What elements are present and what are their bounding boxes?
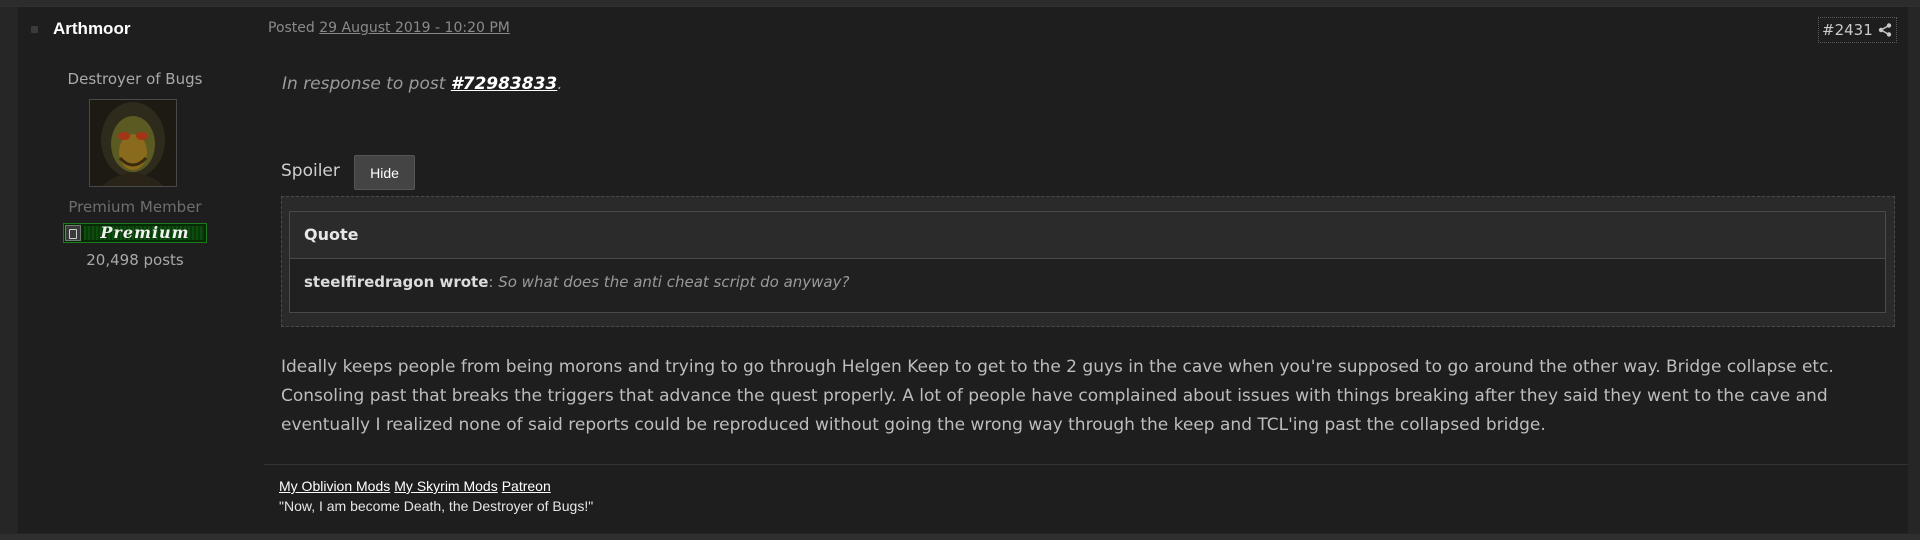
quote-block: Quote steelfiredragon wrote: So what doe… <box>289 211 1886 313</box>
sig-link-oblivion-mods[interactable]: My Oblivion Mods <box>279 478 390 494</box>
premium-badge-text: Premium <box>100 223 190 242</box>
premium-badge-icon <box>65 225 81 241</box>
online-status-icon <box>31 26 38 33</box>
left-gutter <box>0 7 18 534</box>
quote-title: Quote <box>290 212 1885 259</box>
share-icon[interactable] <box>1878 23 1892 37</box>
hide-spoiler-button[interactable]: Hide <box>354 155 415 190</box>
posted-prefix: Posted <box>268 20 320 36</box>
signature-links: My Oblivion Mods My Skyrim Mods Patreon <box>279 478 555 494</box>
right-gutter <box>1908 7 1920 534</box>
premium-badge: Premium <box>63 223 207 243</box>
response-suffix: . <box>557 74 563 94</box>
response-post-link[interactable]: #72983833 <box>451 74 557 94</box>
signature-quote: "Now, I am become Death, the Destroyer o… <box>279 498 594 514</box>
response-prefix: In response to post <box>282 74 451 94</box>
post-count: 20,498 posts <box>86 251 184 269</box>
avatar[interactable] <box>89 99 177 187</box>
signature-divider <box>264 464 1908 465</box>
quote-text: So what does the anti cheat script do an… <box>498 273 850 291</box>
author-name[interactable]: Arthmoor <box>53 19 130 39</box>
sig-link-patreon[interactable]: Patreon <box>502 478 551 494</box>
posted-date-link[interactable]: 29 August 2019 - 10:20 PM <box>319 20 510 36</box>
post-number: #2431 <box>1822 21 1873 39</box>
member-group: Premium Member <box>68 198 202 216</box>
author-title: Destroyer of Bugs <box>67 70 203 88</box>
quote-body: steelfiredragon wrote: So what does the … <box>290 259 1885 291</box>
sig-link-skyrim-mods[interactable]: My Skyrim Mods <box>394 478 497 494</box>
posted-date: Posted 29 August 2019 - 10:20 PM <box>268 20 510 36</box>
quote-separator: : <box>488 273 499 291</box>
avatar-image <box>90 100 176 186</box>
in-response-note: In response to post #72983833. <box>282 74 563 94</box>
bottom-divider <box>0 534 1920 540</box>
quote-author: steelfiredragon wrote <box>304 273 489 291</box>
spoiler-label: Spoiler <box>281 161 340 181</box>
post-number-link[interactable]: #2431 <box>1818 17 1897 43</box>
post-body-text: Ideally keeps people from being morons a… <box>281 357 1834 435</box>
top-divider <box>0 0 1920 7</box>
